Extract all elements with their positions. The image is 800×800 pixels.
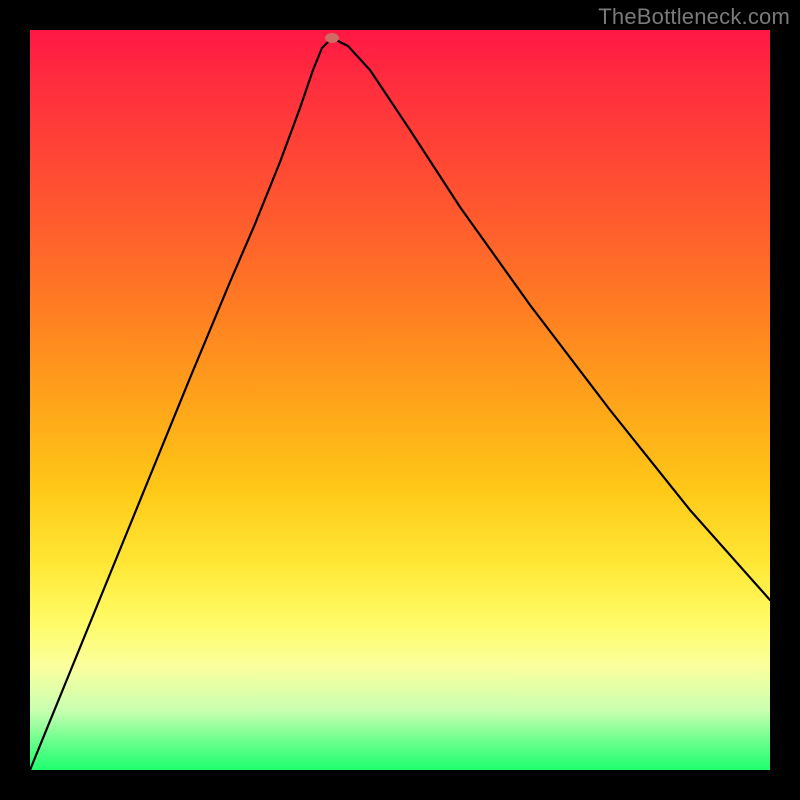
min-marker — [325, 33, 339, 43]
plot-area — [30, 30, 770, 770]
curve-svg — [30, 30, 770, 770]
chart-frame: TheBottleneck.com — [0, 0, 800, 800]
bottleneck-curve — [30, 38, 770, 770]
watermark-text: TheBottleneck.com — [598, 4, 790, 30]
